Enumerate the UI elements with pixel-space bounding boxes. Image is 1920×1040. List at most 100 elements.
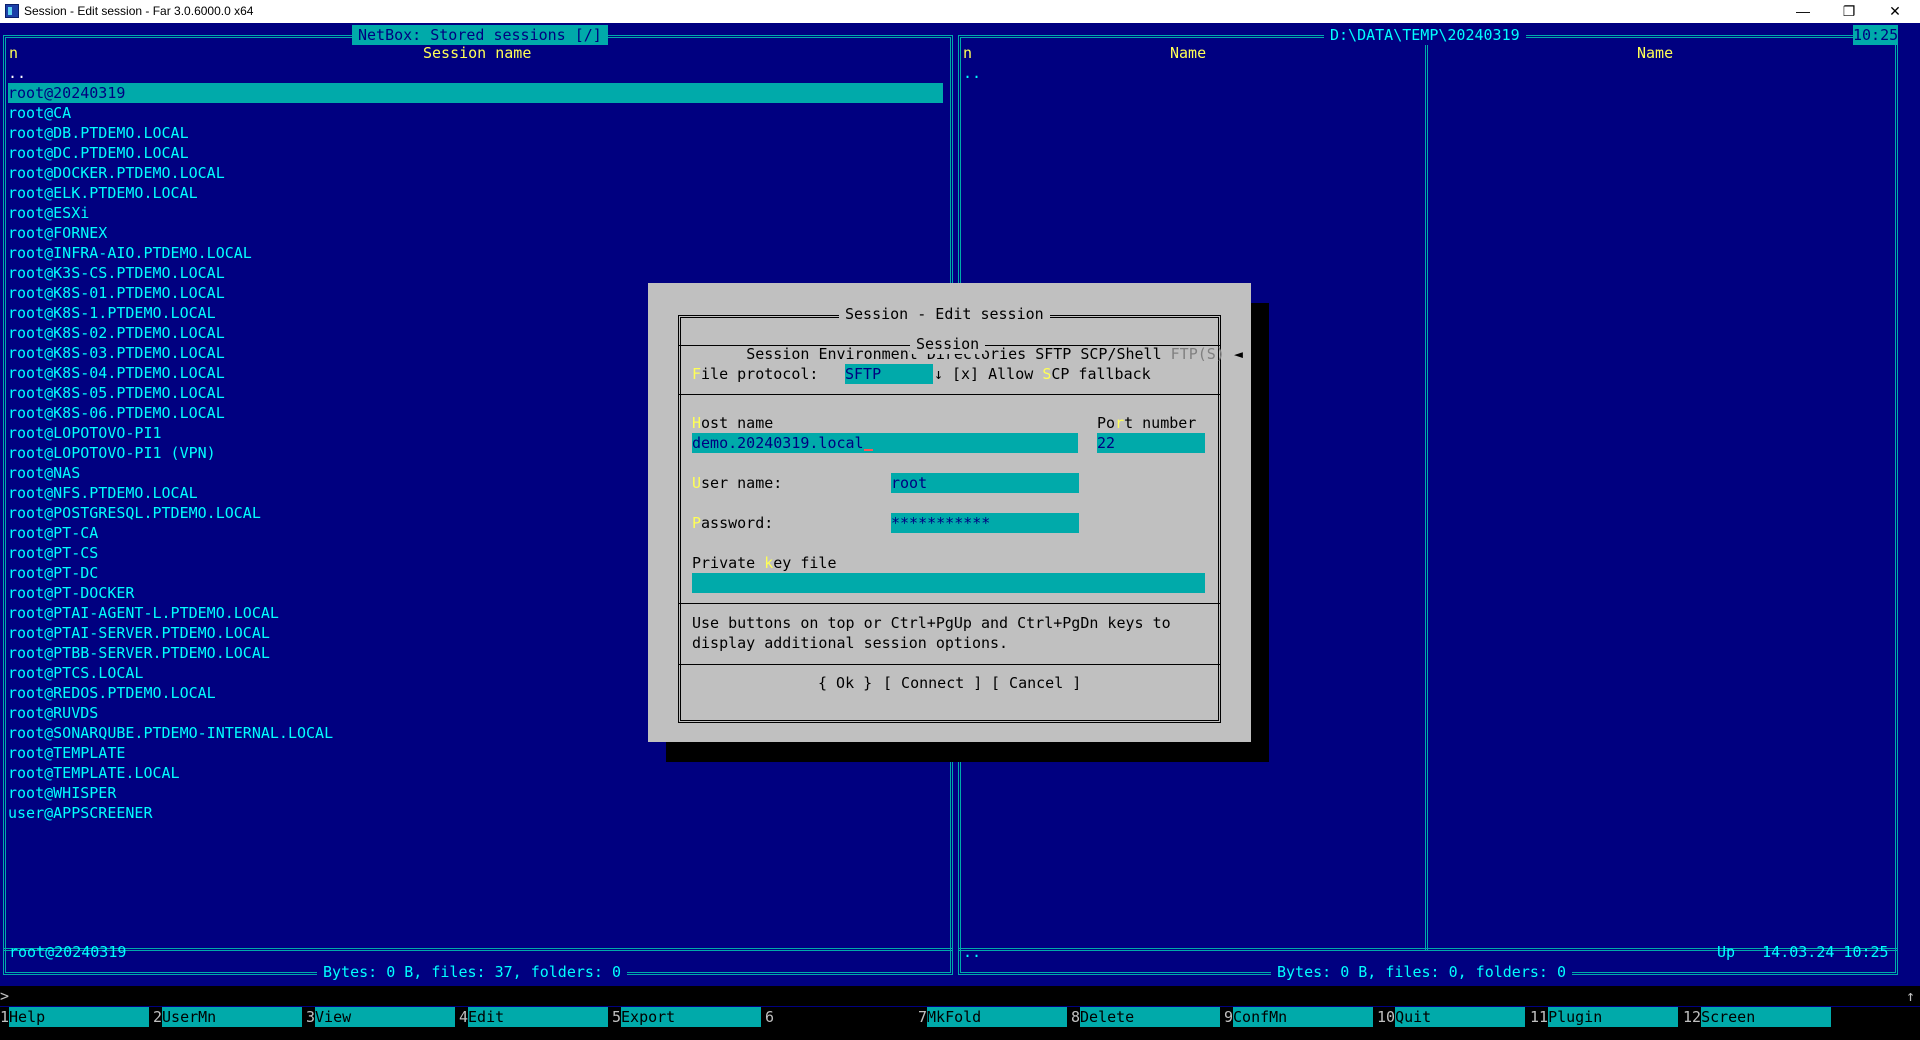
fkey-7[interactable]: 7MkFold (918, 1007, 1068, 1027)
session-item[interactable]: root@PTCS.LOCAL (8, 663, 143, 683)
hint-line-1: Use buttons on top or Ctrl+PgUp and Ctrl… (692, 614, 1171, 632)
session-item[interactable]: root@ELK.PTDEMO.LOCAL (8, 183, 198, 203)
session-item[interactable]: root@K8S-03.PTDEMO.LOCAL (8, 343, 225, 363)
tab-ftps[interactable]: FTP(S) (1171, 345, 1225, 363)
session-item[interactable]: root@K8S-04.PTDEMO.LOCAL (8, 363, 225, 383)
session-item[interactable]: root@DC.PTDEMO.LOCAL (8, 143, 189, 163)
session-item[interactable]: root@PT-CS (8, 543, 98, 563)
fkey-3[interactable]: 3View (306, 1007, 456, 1027)
dropdown-arrow-icon[interactable]: ↓ (934, 364, 943, 384)
minimize-button[interactable]: — (1781, 0, 1825, 22)
section-session-label: Session (910, 334, 986, 354)
restore-button[interactable]: ❐ (1827, 0, 1871, 22)
session-item[interactable]: root@SONARQUBE.PTDEMO-INTERNAL.LOCAL (8, 723, 333, 743)
session-item[interactable]: root@REDOS.PTDEMO.LOCAL (8, 683, 216, 703)
fkey-5[interactable]: 5Export (612, 1007, 762, 1027)
fkey-label: MkFold (927, 1007, 1068, 1027)
fkey-12[interactable]: 12Screen (1683, 1007, 1832, 1027)
session-item[interactable]: root@WHISPER (8, 783, 116, 803)
close-button[interactable]: ✕ (1873, 0, 1917, 22)
right-panel-title[interactable]: D:\DATA\TEMP\20240319 (1324, 25, 1526, 45)
right-col-name2-header[interactable]: Name (1637, 43, 1673, 63)
host-name-input[interactable]: demo.20240319.local (692, 433, 1078, 453)
fkey-label: ConfMn (1233, 1007, 1374, 1027)
session-item[interactable]: root@CA (8, 103, 71, 123)
session-item[interactable]: root@PT-CA (8, 523, 98, 543)
session-item[interactable]: root@POSTGRESQL.PTDEMO.LOCAL (8, 503, 261, 523)
session-item[interactable]: root@PTAI-AGENT-L.PTDEMO.LOCAL (8, 603, 279, 623)
fkey-10[interactable]: 10Quit (1377, 1007, 1526, 1027)
hint-separator (678, 603, 1221, 604)
far-app-icon (5, 4, 19, 18)
port-number-input[interactable]: 22 (1097, 433, 1205, 453)
scp-fallback-checkbox[interactable]: [x] Allow SCP fallback (952, 364, 1151, 384)
session-item[interactable]: root@DB.PTDEMO.LOCAL (8, 123, 189, 143)
fkey-4[interactable]: 4Edit (459, 1007, 609, 1027)
function-key-bar: 1Help 2UserMn 3View 4Edit 5Export 6 7MkFold 8De… (0, 1007, 1920, 1027)
left-panel-title[interactable]: NetBox: Stored sessions [/] (352, 25, 608, 45)
session-item[interactable]: user@APPSCREENER (8, 803, 153, 823)
session-item[interactable]: root@K8S-02.PTDEMO.LOCAL (8, 323, 225, 343)
left-panel-separator (3, 948, 953, 951)
fkey-1[interactable]: 1Help (0, 1007, 150, 1027)
session-item[interactable]: root@TEMPLATE (8, 743, 125, 763)
fkey-8[interactable]: 8Delete (1071, 1007, 1221, 1027)
fkey-number: 3 (306, 1007, 316, 1027)
session-item[interactable]: root@INFRA-AIO.PTDEMO.LOCAL (8, 243, 252, 263)
cancel-button[interactable]: [ Cancel ] (991, 673, 1081, 693)
session-item[interactable]: root@PT-DC (8, 563, 98, 583)
right-col-name1-header[interactable]: Name (1170, 43, 1206, 63)
tab-scp-shell[interactable]: SCP/Shell (1080, 345, 1161, 363)
session-item[interactable]: root@LOPOTOVO-PI1 (VPN) (8, 443, 216, 463)
file-protocol-select[interactable]: SFTP (845, 364, 933, 384)
session-item[interactable]: root@PTBB-SERVER.PTDEMO.LOCAL (8, 643, 270, 663)
fkey-6[interactable]: 6 (765, 1007, 914, 1027)
file-protocol-label: File protocol: (692, 365, 819, 383)
session-item[interactable]: root@FORNEX (8, 223, 107, 243)
session-item[interactable]: root@ESXi (8, 203, 89, 223)
session-item[interactable]: root@K8S-05.PTDEMO.LOCAL (8, 383, 225, 403)
ok-button[interactable]: { Ok } (818, 673, 872, 693)
left-col-name-header[interactable]: Session name (423, 43, 531, 63)
password-label: Password: (692, 514, 774, 532)
session-item[interactable]: root@NFS.PTDEMO.LOCAL (8, 483, 198, 503)
scroll-up-icon[interactable]: ↑ (1906, 986, 1915, 1006)
right-col-n-header: n (963, 44, 973, 62)
session-item[interactable]: root@RUVDS (8, 703, 98, 723)
session-item[interactable]: root@K8S-1.PTDEMO.LOCAL (8, 303, 216, 323)
session-item[interactable]: root@LOPOTOVO-PI1 (8, 423, 162, 443)
fkey-number: 9 (1224, 1007, 1234, 1027)
fkey-11[interactable]: 11Plugin (1530, 1007, 1679, 1027)
right-panel-column-separator (1425, 35, 1428, 951)
tab-sftp[interactable]: SFTP (1035, 345, 1071, 363)
session-item[interactable]: root@K3S-CS.PTDEMO.LOCAL (8, 263, 225, 283)
session-item[interactable]: root@K8S-06.PTDEMO.LOCAL (8, 403, 225, 423)
buttons-separator (678, 664, 1221, 665)
private-key-input[interactable] (692, 573, 1205, 593)
fkey-9[interactable]: 9ConfMn (1224, 1007, 1374, 1027)
connect-button[interactable]: [ Connect ] (883, 673, 982, 693)
right-parent-dir[interactable]: .. (963, 63, 981, 83)
session-item[interactable]: root@PTAI-SERVER.PTDEMO.LOCAL (8, 623, 270, 643)
port-number-label: Port number (1097, 414, 1197, 432)
tab-environment[interactable]: Environment (818, 345, 917, 363)
fkey-label: Help (9, 1007, 150, 1027)
session-item-selected[interactable]: root@20240319 (8, 83, 943, 103)
session-item[interactable]: root@TEMPLATE.LOCAL (8, 763, 180, 783)
password-input[interactable]: *********** (891, 513, 1079, 533)
user-name-input[interactable]: root (891, 473, 1079, 493)
window-title: Session - Edit session - Far 3.0.6000.0 … (24, 4, 254, 18)
dialog-title: Session - Edit session (839, 304, 1050, 324)
session-item[interactable]: root@NAS (8, 463, 80, 483)
session-item[interactable]: root@PT-DOCKER (8, 583, 134, 603)
tab-session[interactable]: Session (746, 345, 809, 363)
text-caret (863, 449, 873, 451)
fkey-label: Plugin (1548, 1007, 1679, 1027)
command-line[interactable]: > (0, 986, 1920, 1006)
fkey-number: 5 (612, 1007, 622, 1027)
fkey-2[interactable]: 2UserMn (153, 1007, 303, 1027)
left-parent-dir[interactable]: .. (8, 63, 26, 83)
session-item[interactable]: root@K8S-01.PTDEMO.LOCAL (8, 283, 225, 303)
tab-scroll-arrows[interactable]: ◄ ► (1234, 345, 1261, 363)
session-item[interactable]: root@DOCKER.PTDEMO.LOCAL (8, 163, 225, 183)
